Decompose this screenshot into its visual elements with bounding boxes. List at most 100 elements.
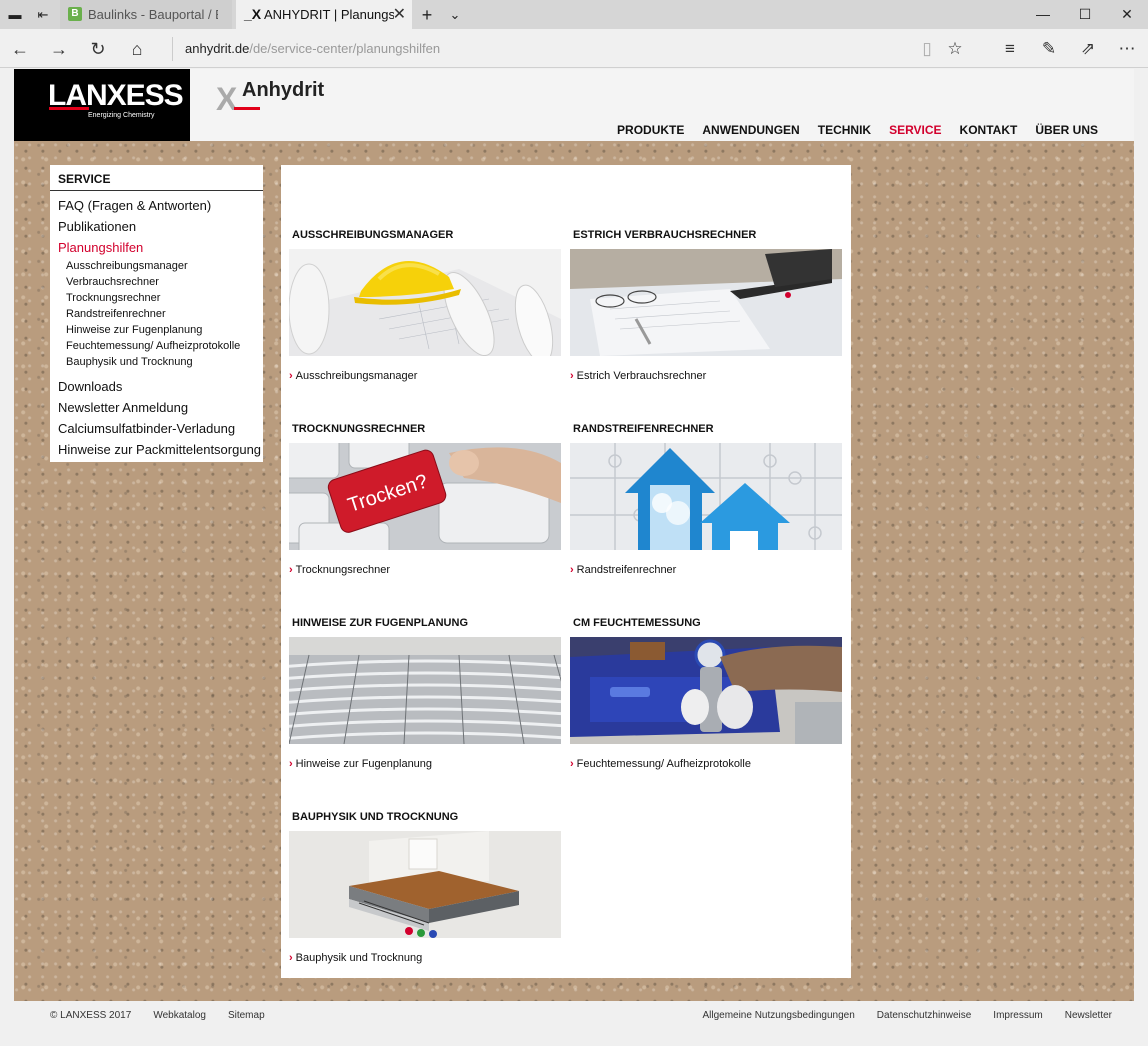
sidebar-item-faq[interactable]: FAQ (Fragen & Antworten) xyxy=(50,195,263,216)
url-field[interactable]: anhydrit.de/de/service-center/planungshi… xyxy=(172,37,440,61)
card-link[interactable]: › Trocknungsrechner xyxy=(289,564,390,576)
card-title: HINWEISE ZUR FUGENPLANUNG xyxy=(292,617,468,629)
favorite-star-icon[interactable]: ☆ xyxy=(942,37,968,61)
tab-anhydrit[interactable]: _X ANHYDRIT | Planungshi ✕ xyxy=(236,0,412,29)
card-estrich-verbrauchsrechner: ESTRICH VERBRAUCHSRECHNER › Estrich Verbr… xyxy=(570,229,842,382)
more-icon[interactable]: ⋯ xyxy=(1114,37,1140,61)
nav-ueber-uns[interactable]: ÜBER UNS xyxy=(1035,123,1098,137)
chevron-down-icon[interactable]: ⌄ xyxy=(446,6,464,24)
url-host: anhydrit.de xyxy=(185,41,250,56)
sidebar-item-planungshilfen[interactable]: Planungshilfen xyxy=(50,237,263,258)
keyboard-trocken-key-image[interactable]: Trocken? xyxy=(289,443,561,550)
footer-link-nutzungsbedingungen[interactable]: Allgemeine Nutzungsbedingungen xyxy=(702,1010,854,1021)
sidebar-subitem-bauphysik[interactable]: Bauphysik und Trocknung xyxy=(50,354,263,370)
sidebar-subitem-trocknungsrechner[interactable]: Trocknungsrechner xyxy=(50,290,263,306)
nav-produkte[interactable]: PRODUKTE xyxy=(617,123,684,137)
footer-link-datenschutz[interactable]: Datenschutzhinweise xyxy=(877,1010,972,1021)
lanxess-tagline: Energizing Chemistry xyxy=(88,112,155,119)
card-link[interactable]: › Bauphysik und Trocknung xyxy=(289,952,422,964)
forward-icon[interactable]: → xyxy=(47,37,71,61)
footer-link-sitemap[interactable]: Sitemap xyxy=(228,1010,265,1021)
sidebar: SERVICE FAQ (Fragen & Antworten) Publika… xyxy=(50,165,263,462)
hub-icon[interactable]: ≡ xyxy=(997,37,1023,61)
sidebar-item-publikationen[interactable]: Publikationen xyxy=(50,216,263,237)
window-close-icon[interactable]: ✕ xyxy=(1104,0,1148,29)
url-path: /de/service-center/planungshilfen xyxy=(249,41,441,56)
arrow-icon: › xyxy=(289,370,293,382)
content-panel: AUSSCHREIBUNGSMANAGER ›Ausschreibungsma xyxy=(281,165,851,978)
anhydrit-wordmark: Anhydrit xyxy=(242,79,325,101)
footer-link-impressum[interactable]: Impressum xyxy=(993,1010,1042,1021)
sidebar-subitem-verbrauchsrechner[interactable]: Verbrauchsrechner xyxy=(50,274,263,290)
tab-bar: ▬ ⇤ B Baulinks - Bauportal / Baum _X ANH… xyxy=(0,0,1148,29)
arrow-icon: › xyxy=(289,758,293,770)
share-icon[interactable]: ⇗ xyxy=(1075,37,1101,61)
site-footer: © LANXESS 2017 Webkatalog Sitemap Allgem… xyxy=(14,1001,1134,1031)
card-link[interactable]: › Estrich Verbrauchsrechner xyxy=(570,370,706,382)
arrow-icon: › xyxy=(570,370,574,382)
sidebar-item-newsletter[interactable]: Newsletter Anmeldung xyxy=(50,397,263,418)
card-title: TROCKNUNGSRECHNER xyxy=(292,423,426,435)
back-icon[interactable]: ← xyxy=(8,37,32,61)
footer-link-newsletter[interactable]: Newsletter xyxy=(1065,1010,1112,1021)
floor-cross-section-image[interactable] xyxy=(289,831,561,938)
minimize-icon[interactable]: — xyxy=(1020,0,1066,29)
card-link[interactable]: › Feuchtemessung/ Aufheizprotokolle xyxy=(570,758,751,770)
lanxess-logo-bar xyxy=(49,107,89,110)
footer-link-webkatalog[interactable]: Webkatalog xyxy=(153,1010,206,1021)
home-icon[interactable]: ⌂ xyxy=(125,37,149,61)
arrow-icon: › xyxy=(289,952,293,964)
card-link-label: Bauphysik und Trocknung xyxy=(295,952,423,964)
laptop-documents-image[interactable] xyxy=(570,249,842,356)
sidebar-item-verladung[interactable]: Calciumsulfatbinder-Verladung xyxy=(50,418,263,439)
card-title: AUSSCHREIBUNGSMANAGER xyxy=(292,229,454,241)
new-tab-icon[interactable]: + xyxy=(418,6,436,24)
card-link-label: Feuchtemessung/ Aufheizprotokolle xyxy=(576,758,751,770)
nav-kontakt[interactable]: KONTAKT xyxy=(960,123,1018,137)
sidebar-subitem-feuchtemessung[interactable]: Feuchtemessung/ Aufheizprotokolle xyxy=(50,338,263,354)
favicon-icon: _X xyxy=(244,6,262,22)
card-bauphysik: BAUPHYSIK UND TROCKNUNG › Bauphysik und T… xyxy=(289,811,561,964)
puzzle-houses-image[interactable] xyxy=(570,443,842,550)
site-header: LANXESS Energizing Chemistry X Anhydrit … xyxy=(14,69,1134,141)
card-link-label: Randstreifenrechner xyxy=(576,564,677,576)
card-title: RANDSTREIFENRECHNER xyxy=(573,423,714,435)
sidebar-subitem-ausschreibungsmanager[interactable]: Ausschreibungsmanager xyxy=(50,258,263,274)
card-title: BAUPHYSIK UND TROCKNUNG xyxy=(292,811,459,823)
underfloor-heating-pipes-image[interactable] xyxy=(289,637,561,744)
card-randstreifenrechner: RANDSTREIFENRECHNER › Randstreifenrechne… xyxy=(570,423,842,576)
anhydrit-logo[interactable]: X Anhydrit xyxy=(216,79,346,117)
card-link[interactable]: › Ausschreibungsmanager xyxy=(289,370,417,382)
card-link-label: Hinweise zur Fugenplanung xyxy=(295,758,433,770)
card-link-label: Ausschreibungsmanager xyxy=(295,370,418,382)
reading-view-icon[interactable]: ▯ xyxy=(914,37,940,61)
tab-aside-icon[interactable]: ⇤ xyxy=(34,6,52,24)
favicon-icon: B xyxy=(68,7,82,21)
lanxess-logo[interactable]: LANXESS Energizing Chemistry xyxy=(14,69,190,141)
sidebar-item-packmittelentsorgung[interactable]: Hinweise zur Packmittelentsorgung xyxy=(50,439,263,460)
main-nav: PRODUKTE ANWENDUNGEN TECHNIK SERVICE KON… xyxy=(617,123,1098,137)
card-fugenplanung: HINWEISE ZUR FUGENPLANUNG › Hinweise zur… xyxy=(289,617,561,770)
refresh-icon[interactable]: ↻ xyxy=(86,37,110,61)
sidebar-heading: SERVICE xyxy=(50,165,263,191)
card-link[interactable]: › Hinweise zur Fugenplanung xyxy=(289,758,432,770)
close-icon[interactable]: ✕ xyxy=(393,0,406,29)
card-trocknungsrechner: TROCKNUNGSRECHNER Trocken? › Trocknungsr… xyxy=(289,423,561,576)
maximize-icon[interactable]: ☐ xyxy=(1062,0,1108,29)
card-cm-feuchtemessung: CM FEUCHTEMESSUNG › Feuchtemessung/ Aufh… xyxy=(570,617,842,770)
nav-anwendungen[interactable]: ANWENDUNGEN xyxy=(702,123,799,137)
card-link[interactable]: › Randstreifenrechner xyxy=(570,564,676,576)
nav-technik[interactable]: TECHNIK xyxy=(818,123,871,137)
arrow-icon: › xyxy=(570,564,574,576)
card-title: ESTRICH VERBRAUCHSRECHNER xyxy=(573,229,757,241)
sidebar-subitem-randstreifenrechner[interactable]: Randstreifenrechner xyxy=(50,306,263,322)
sidebar-subitem-fugenplanung[interactable]: Hinweise zur Fugenplanung xyxy=(50,322,263,338)
sidebar-item-downloads[interactable]: Downloads xyxy=(50,376,263,397)
tab-list-icon[interactable]: ▬ xyxy=(6,6,24,24)
hardhat-blueprints-image[interactable] xyxy=(289,249,561,356)
moisture-test-kit-image[interactable] xyxy=(570,637,842,744)
tab-baulinks[interactable]: B Baulinks - Bauportal / Baum xyxy=(60,0,232,29)
tab-label: Baulinks - Bauportal / Baum xyxy=(88,7,218,22)
nav-service[interactable]: SERVICE xyxy=(889,123,941,137)
pen-icon[interactable]: ✎ xyxy=(1036,37,1062,61)
